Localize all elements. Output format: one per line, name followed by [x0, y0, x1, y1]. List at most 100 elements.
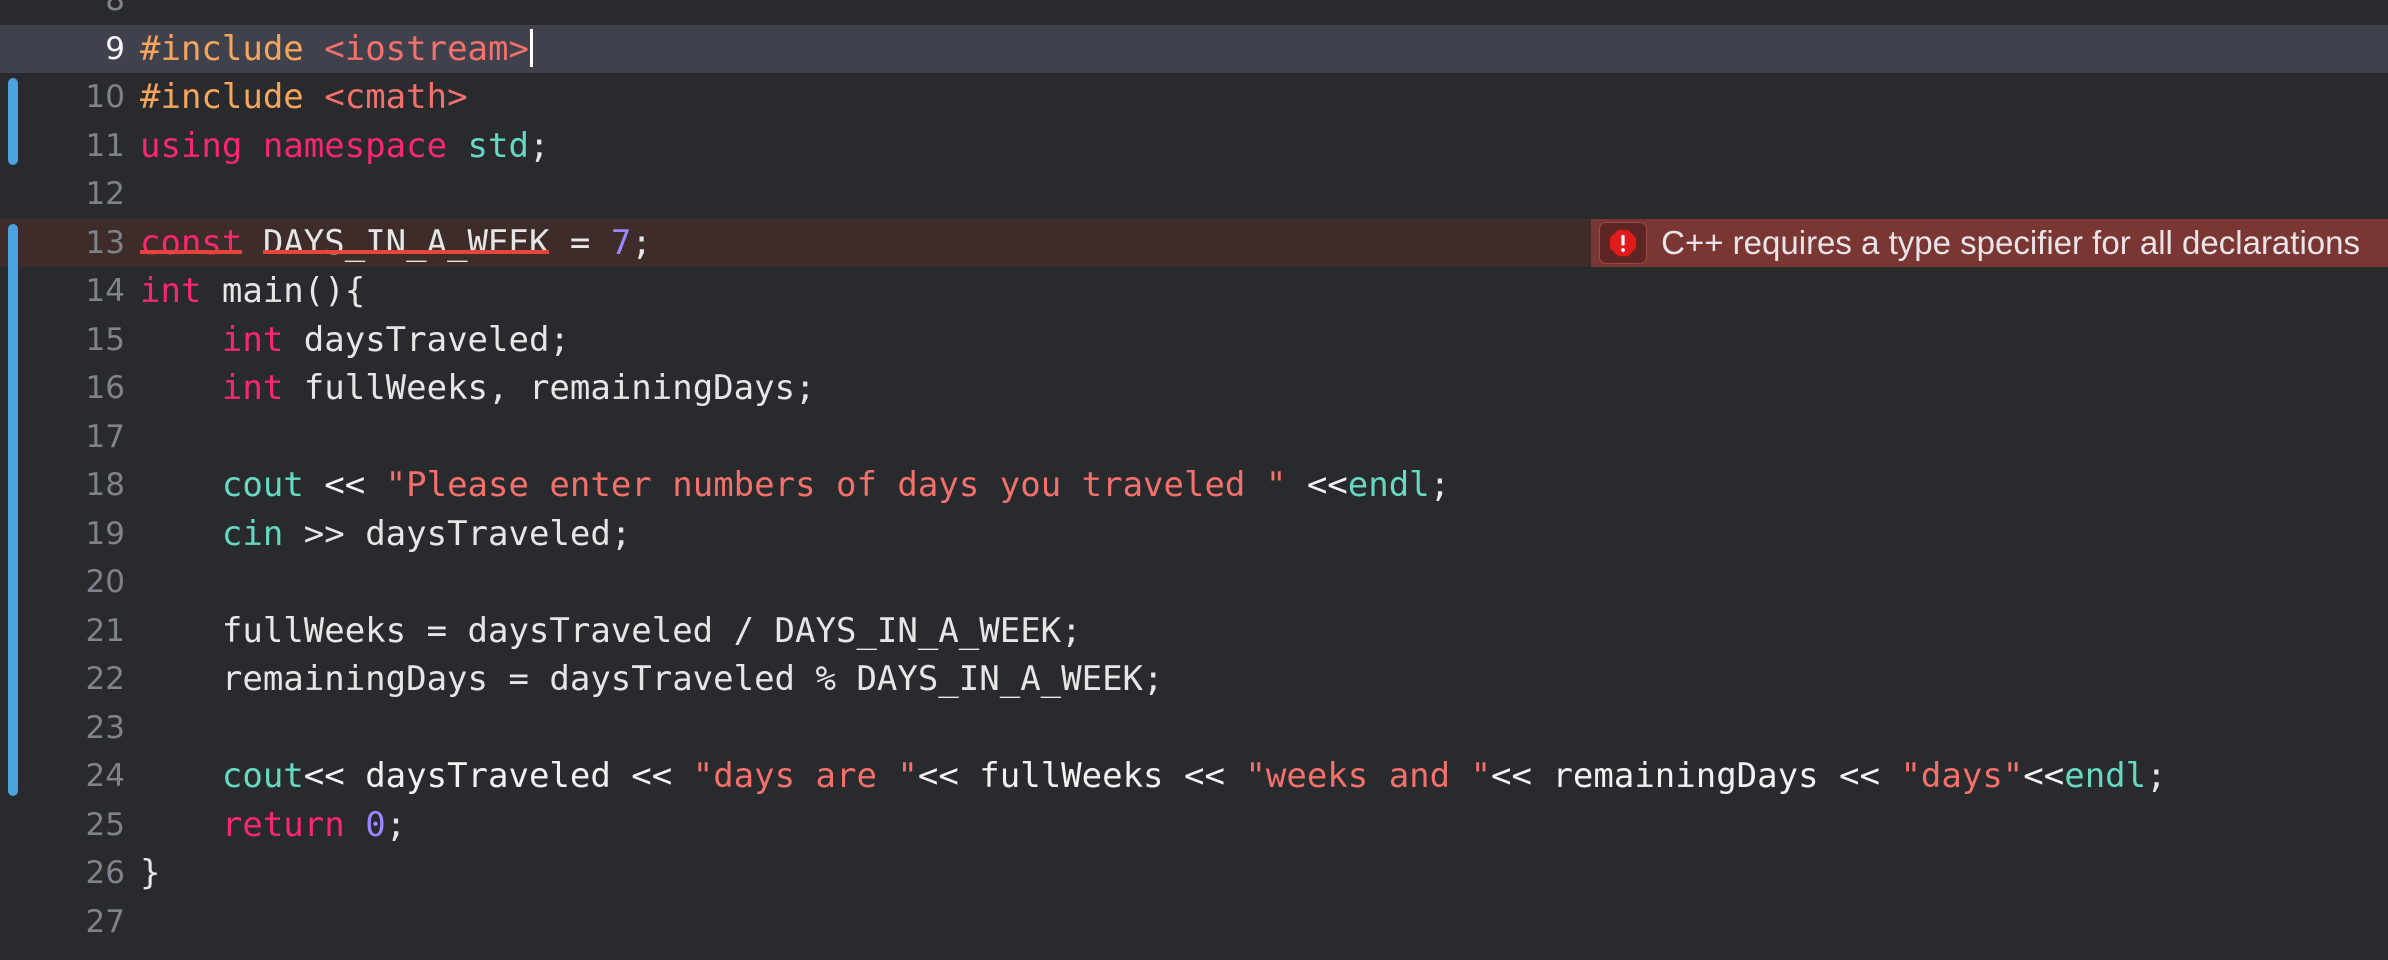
code-token: <<	[303, 465, 386, 505]
code-line[interactable]: 27	[0, 898, 2388, 947]
code-line[interactable]: 25 return 0;	[0, 801, 2388, 850]
code-text[interactable]: #include <cmath>	[140, 73, 468, 122]
code-text[interactable]: #include <iostream>	[140, 25, 533, 74]
gutter-change-indicator[interactable]	[8, 78, 18, 165]
code-line[interactable]: 14 int main(){	[0, 267, 2388, 316]
code-token: ;	[631, 222, 652, 263]
inline-error-banner[interactable]: C++ requires a type specifier for all de…	[1591, 218, 2388, 267]
text-caret	[529, 28, 533, 67]
line-number: 21	[85, 612, 125, 649]
code-token: remainingDays = daysTraveled % DAYS_IN_A…	[140, 659, 1164, 699]
code-line[interactable]: 24 cout<< daysTraveled << "days are "<< …	[0, 752, 2388, 801]
code-text[interactable]: int daysTraveled;	[140, 316, 570, 365]
code-line[interactable]: 12	[0, 170, 2388, 219]
code-line[interactable]: 21 fullWeeks = daysTraveled / DAYS_IN_A_…	[0, 607, 2388, 656]
code-token: int	[221, 368, 284, 408]
code-line[interactable]: 18 cout << "Please enter numbers of days…	[0, 461, 2388, 510]
line-number: 27	[85, 903, 125, 940]
code-line[interactable]: 20	[0, 558, 2388, 607]
code-line[interactable]: 9 #include <iostream>	[0, 24, 2388, 74]
code-line[interactable]: 11 using namespace std;	[0, 122, 2388, 171]
line-number: 12	[85, 176, 125, 212]
code-line[interactable]: 17	[0, 413, 2388, 462]
code-token: 0	[365, 804, 386, 845]
line-number: 19	[85, 515, 125, 552]
code-token: }	[140, 853, 161, 893]
line-number: 24	[85, 758, 125, 794]
error-message-text: C++ requires a type specifier for all de…	[1661, 223, 2360, 261]
line-number: 25	[85, 806, 125, 843]
code-text[interactable]: int main(){	[140, 267, 365, 316]
gutter-change-indicator[interactable]	[8, 223, 18, 796]
code-text[interactable]: fullWeeks = daysTraveled / DAYS_IN_A_WEE…	[140, 607, 1082, 656]
code-text[interactable]: remainingDays = daysTraveled % DAYS_IN_A…	[140, 655, 1164, 704]
code-token: ;	[1429, 465, 1451, 505]
code-token: "days"	[1900, 756, 2024, 796]
code-line[interactable]: 10 #include <cmath>	[0, 73, 2388, 122]
line-number: 16	[85, 370, 125, 406]
code-line[interactable]: 16 int fullWeeks, remainingDays;	[0, 364, 2388, 413]
code-text[interactable]: cout << "Please enter numbers of days yo…	[140, 461, 1450, 510]
code-token: int	[221, 319, 284, 360]
code-token: <<	[2023, 756, 2065, 796]
code-text[interactable]: const DAYS_IN_A_WEEK = 7;	[140, 219, 652, 268]
code-token: << daysTraveled <<	[303, 756, 693, 796]
error-octagon-icon[interactable]	[1599, 221, 1648, 264]
code-token: =	[549, 222, 611, 263]
line-number: 14	[85, 273, 125, 309]
code-token: #include	[140, 28, 304, 69]
code-line[interactable]: 26}	[0, 849, 2388, 898]
code-token: #include	[140, 77, 304, 117]
line-number: 20	[85, 564, 125, 600]
code-token: daysTraveled;	[283, 319, 570, 360]
code-text[interactable]: return 0;	[140, 801, 406, 850]
code-token: "Please enter numbers of days you travel…	[385, 465, 1287, 505]
code-token: << remainingDays <<	[1491, 756, 1901, 796]
code-token: "days are "	[692, 756, 918, 796]
code-text[interactable]: }	[140, 849, 160, 898]
code-token: >> daysTraveled;	[283, 513, 632, 554]
code-line[interactable]: 19 cin >> daysTraveled;	[0, 510, 2388, 559]
code-token: using namespace	[140, 125, 448, 166]
line-number: 17	[85, 418, 125, 455]
line-number: 15	[85, 321, 125, 358]
error-token: DAYS_IN_A_WEEK	[262, 222, 550, 263]
code-token: cin	[221, 513, 284, 554]
code-line[interactable]: 15 int daysTraveled;	[0, 316, 2388, 365]
line-number: 10	[85, 79, 125, 115]
code-text[interactable]: int fullWeeks, remainingDays;	[140, 364, 816, 413]
code-lines-container[interactable]: 8 9 #include <iostream> 10 #include <cmath> 1…	[0, 0, 2388, 946]
code-token: return	[221, 804, 345, 845]
code-token: fullWeeks, remainingDays;	[283, 368, 816, 408]
code-token: cout	[221, 465, 304, 505]
code-line[interactable]: 8	[0, 0, 2388, 25]
code-token: <iostream>	[324, 28, 529, 69]
line-number: 22	[85, 661, 125, 697]
code-token: ;	[528, 125, 550, 166]
line-number: 8	[105, 0, 125, 18]
line-number: 11	[85, 127, 125, 164]
code-token: ;	[2146, 756, 2167, 796]
line-number: 13	[85, 224, 125, 261]
code-token: <<	[1286, 465, 1348, 505]
code-line[interactable]: 23	[0, 704, 2388, 753]
code-line[interactable]: 22 remainingDays = daysTraveled % DAYS_I…	[0, 655, 2388, 704]
line-number: 23	[85, 709, 125, 746]
code-line[interactable]: 13 const DAYS_IN_A_WEEK = 7; C++ requires …	[0, 218, 2388, 268]
code-text[interactable]: cout<< daysTraveled << "days are "<< ful…	[140, 752, 2167, 801]
code-text[interactable]: cin >> daysTraveled;	[140, 510, 631, 559]
line-number: 18	[85, 467, 125, 503]
line-number: 9	[105, 30, 125, 67]
code-editor[interactable]: 8 9 #include <iostream> 10 #include <cmath> 1…	[0, 0, 2388, 960]
code-text[interactable]: using namespace std;	[140, 122, 549, 171]
code-token: endl	[1347, 465, 1430, 505]
code-token: int	[140, 271, 202, 311]
code-token: main(){	[201, 271, 366, 311]
